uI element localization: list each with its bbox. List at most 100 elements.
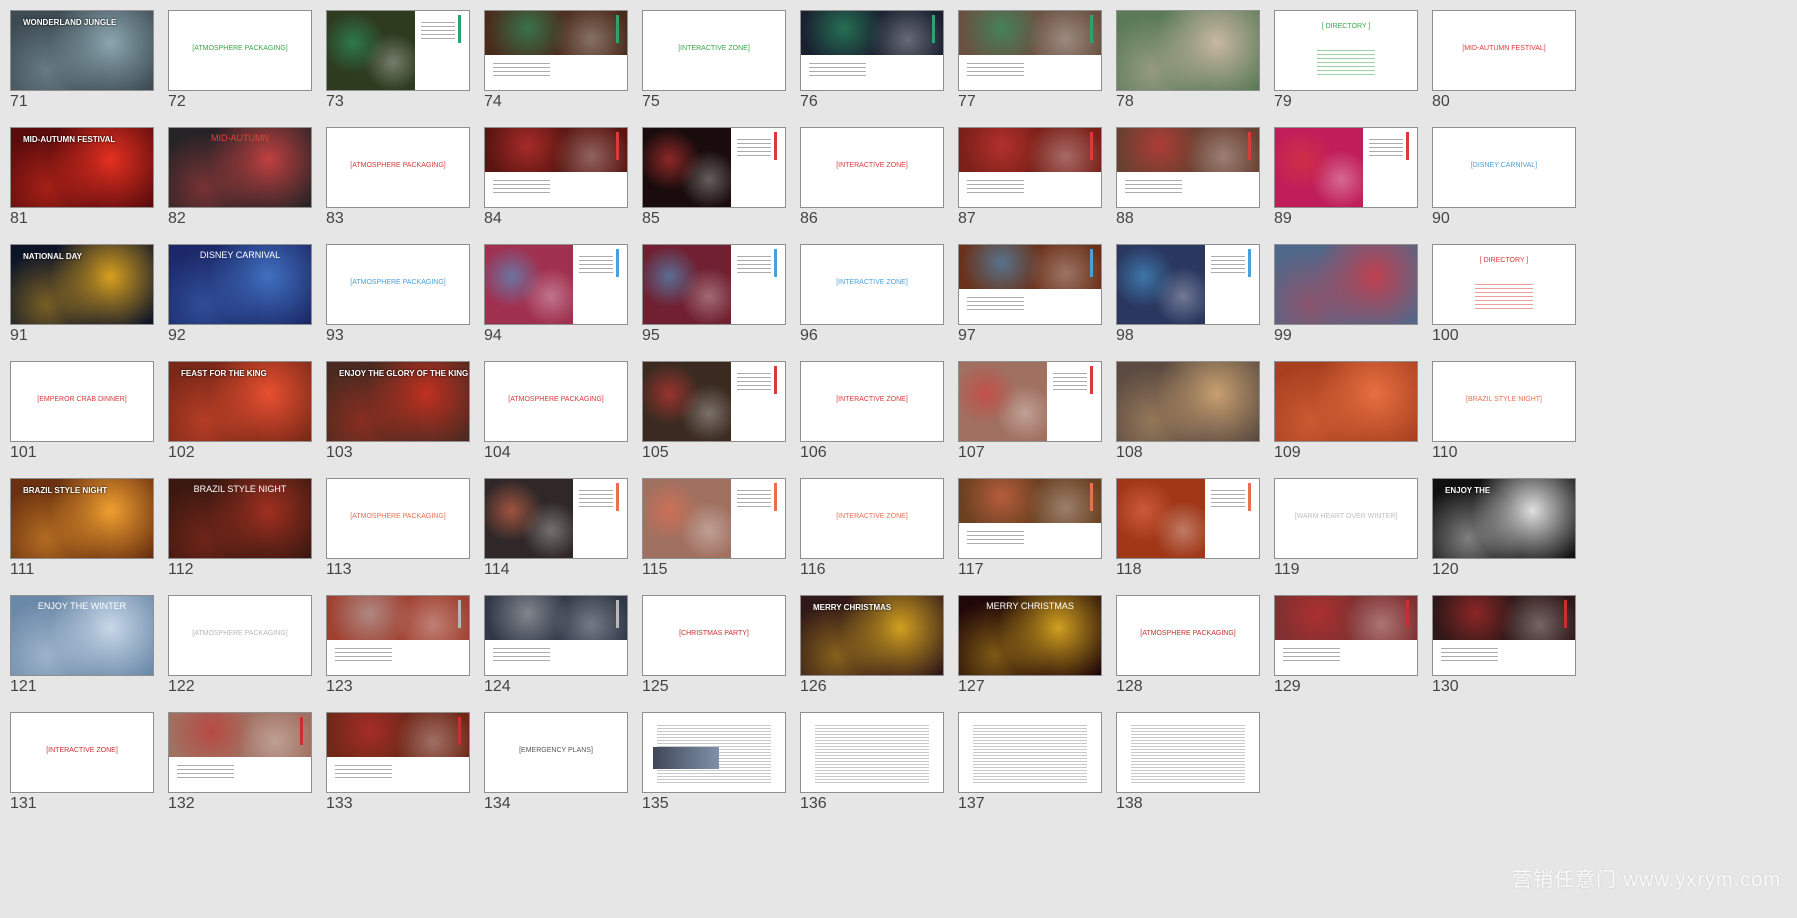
- slide-thumbnail[interactable]: 109: [1264, 351, 1418, 461]
- slide-preview[interactable]: [ATMOSPHERE PACKAGING]: [326, 244, 470, 325]
- slide-preview[interactable]: BRAZIL STYLE NIGHT: [168, 478, 312, 559]
- slide-thumbnail[interactable]: 99: [1264, 234, 1418, 344]
- slide-thumbnail[interactable]: 118: [1106, 468, 1260, 578]
- slide-preview[interactable]: [958, 712, 1102, 793]
- slide-thumbnail[interactable]: FEAST FOR THE KING 102: [158, 351, 312, 461]
- slide-thumbnail[interactable]: 133: [316, 702, 470, 812]
- slide-thumbnail[interactable]: [INTERACTIVE ZONE] 131: [0, 702, 154, 812]
- slide-thumbnail[interactable]: MERRY CHRISTMAS 126: [790, 585, 944, 695]
- slide-preview[interactable]: ENJOY THE: [1432, 478, 1576, 559]
- slide-thumbnail[interactable]: [ DIRECTORY ] 100: [1422, 234, 1576, 344]
- slide-thumbnail[interactable]: 107: [948, 351, 1102, 461]
- slide-preview[interactable]: [1116, 10, 1260, 91]
- slide-thumbnail[interactable]: [ATMOSPHERE PACKAGING] 122: [158, 585, 312, 695]
- slide-thumbnail[interactable]: [INTERACTIVE ZONE] 86: [790, 117, 944, 227]
- slide-thumbnail[interactable]: [EMERGENCY PLANS] 134: [474, 702, 628, 812]
- slide-thumbnail[interactable]: 89: [1264, 117, 1418, 227]
- slide-preview[interactable]: NATIONAL DAY: [10, 244, 154, 325]
- slide-preview[interactable]: WONDERLAND JUNGLE: [10, 10, 154, 91]
- slide-thumbnail[interactable]: [ATMOSPHERE PACKAGING] 83: [316, 117, 470, 227]
- slide-thumbnail[interactable]: 124: [474, 585, 628, 695]
- slide-preview[interactable]: [1116, 127, 1260, 208]
- slide-thumbnail[interactable]: 105: [632, 351, 786, 461]
- slide-preview[interactable]: [800, 712, 944, 793]
- slide-thumbnail[interactable]: 132: [158, 702, 312, 812]
- slide-preview[interactable]: [800, 10, 944, 91]
- slide-preview[interactable]: [INTERACTIVE ZONE]: [642, 10, 786, 91]
- slide-thumbnail[interactable]: 78: [1106, 0, 1260, 110]
- slide-preview[interactable]: [1274, 595, 1418, 676]
- slide-preview[interactable]: [ATMOSPHERE PACKAGING]: [484, 361, 628, 442]
- slide-preview[interactable]: [326, 10, 470, 91]
- slide-thumbnail[interactable]: [ATMOSPHERE PACKAGING] 104: [474, 351, 628, 461]
- slide-thumbnail[interactable]: 98: [1106, 234, 1260, 344]
- slide-thumbnail[interactable]: [MID-AUTUMN FESTIVAL] 80: [1422, 0, 1576, 110]
- slide-thumbnail[interactable]: 87: [948, 117, 1102, 227]
- slide-thumbnail[interactable]: MID-AUTUMN FESTIVAL 81: [0, 117, 154, 227]
- slide-thumbnail[interactable]: 130: [1422, 585, 1576, 695]
- slide-preview[interactable]: [1116, 244, 1260, 325]
- slide-preview[interactable]: [1274, 127, 1418, 208]
- slide-thumbnail[interactable]: 135: [632, 702, 786, 812]
- slide-thumbnail[interactable]: 88: [1106, 117, 1260, 227]
- slide-thumbnail[interactable]: BRAZIL STYLE NIGHT 111: [0, 468, 154, 578]
- slide-preview[interactable]: [1274, 361, 1418, 442]
- slide-thumbnail[interactable]: 123: [316, 585, 470, 695]
- slide-thumbnail[interactable]: ENJOY THE GLORY OF THE KING 103: [316, 351, 470, 461]
- slide-preview[interactable]: [ DIRECTORY ]: [1274, 10, 1418, 91]
- slide-preview[interactable]: [INTERACTIVE ZONE]: [800, 478, 944, 559]
- slide-preview[interactable]: [1274, 244, 1418, 325]
- slide-thumbnail[interactable]: 73: [316, 0, 470, 110]
- slide-preview[interactable]: [INTERACTIVE ZONE]: [800, 244, 944, 325]
- slide-thumbnail[interactable]: [DISNEY CARNIVAL] 90: [1422, 117, 1576, 227]
- slide-preview[interactable]: [326, 712, 470, 793]
- slide-thumbnail[interactable]: ENJOY THE WINTER 121: [0, 585, 154, 695]
- slide-preview[interactable]: [DISNEY CARNIVAL]: [1432, 127, 1576, 208]
- slide-preview[interactable]: [484, 595, 628, 676]
- slide-thumbnail[interactable]: ENJOY THE 120: [1422, 468, 1576, 578]
- slide-preview[interactable]: [642, 712, 786, 793]
- slide-preview[interactable]: [1116, 478, 1260, 559]
- slide-preview[interactable]: [168, 712, 312, 793]
- slide-preview[interactable]: ENJOY THE WINTER: [10, 595, 154, 676]
- slide-preview[interactable]: [484, 244, 628, 325]
- slide-preview[interactable]: [INTERACTIVE ZONE]: [800, 361, 944, 442]
- slide-thumbnail[interactable]: [INTERACTIVE ZONE] 106: [790, 351, 944, 461]
- slide-thumbnail[interactable]: [ DIRECTORY ] 79: [1264, 0, 1418, 110]
- slide-thumbnail[interactable]: [INTERACTIVE ZONE] 75: [632, 0, 786, 110]
- slide-preview[interactable]: [958, 244, 1102, 325]
- slide-preview[interactable]: [958, 478, 1102, 559]
- slide-thumbnail[interactable]: [BRAZIL STYLE NIGHT] 110: [1422, 351, 1576, 461]
- slide-preview[interactable]: [642, 361, 786, 442]
- slide-preview[interactable]: MERRY CHRISTMAS: [958, 595, 1102, 676]
- slide-thumbnail[interactable]: [EMPEROR CRAB DINNER] 101: [0, 351, 154, 461]
- slide-thumbnail[interactable]: 108: [1106, 351, 1260, 461]
- slide-thumbnail[interactable]: [INTERACTIVE ZONE] 116: [790, 468, 944, 578]
- slide-thumbnail[interactable]: 117: [948, 468, 1102, 578]
- slide-preview[interactable]: [958, 10, 1102, 91]
- slide-thumbnail[interactable]: 77: [948, 0, 1102, 110]
- slide-preview[interactable]: [ATMOSPHERE PACKAGING]: [168, 595, 312, 676]
- slide-thumbnail[interactable]: [INTERACTIVE ZONE] 96: [790, 234, 944, 344]
- slide-thumbnail[interactable]: [ATMOSPHERE PACKAGING] 128: [1106, 585, 1260, 695]
- slide-preview[interactable]: [WARM HEART OVER WINTER]: [1274, 478, 1418, 559]
- slide-preview[interactable]: [484, 127, 628, 208]
- slide-preview[interactable]: [INTERACTIVE ZONE]: [10, 712, 154, 793]
- slide-thumbnail[interactable]: DISNEY CARNIVAL 92: [158, 234, 312, 344]
- slide-thumbnail[interactable]: 137: [948, 702, 1102, 812]
- slide-thumbnail[interactable]: 94: [474, 234, 628, 344]
- slide-thumbnail[interactable]: 76: [790, 0, 944, 110]
- slide-thumbnail[interactable]: 115: [632, 468, 786, 578]
- slide-thumbnail[interactable]: [ATMOSPHERE PACKAGING] 72: [158, 0, 312, 110]
- slide-preview[interactable]: MID-AUTUMN: [168, 127, 312, 208]
- slide-preview[interactable]: [1116, 712, 1260, 793]
- slide-thumbnail[interactable]: 84: [474, 117, 628, 227]
- slide-preview[interactable]: FEAST FOR THE KING: [168, 361, 312, 442]
- slide-preview[interactable]: [CHRISTMAS PARTY]: [642, 595, 786, 676]
- slide-thumbnail[interactable]: BRAZIL STYLE NIGHT 112: [158, 468, 312, 578]
- slide-thumbnail[interactable]: 85: [632, 117, 786, 227]
- slide-preview[interactable]: [ATMOSPHERE PACKAGING]: [326, 478, 470, 559]
- slide-preview[interactable]: [ATMOSPHERE PACKAGING]: [168, 10, 312, 91]
- slide-preview[interactable]: [958, 127, 1102, 208]
- slide-preview[interactable]: [484, 10, 628, 91]
